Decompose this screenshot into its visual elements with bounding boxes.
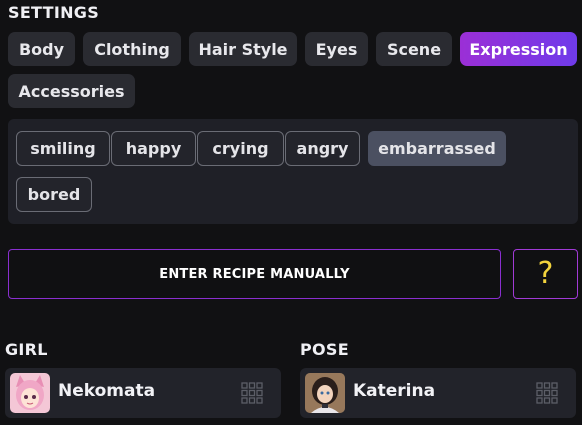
pose-section-label: POSE	[300, 340, 349, 359]
tab-body[interactable]: Body	[8, 32, 75, 66]
help-button[interactable]: ?	[513, 249, 578, 299]
tab-eyes[interactable]: Eyes	[305, 32, 368, 66]
girl-name: Nekomata	[58, 381, 156, 401]
tab-clothing[interactable]: Clothing	[83, 32, 181, 66]
tab-hair-style[interactable]: Hair Style	[189, 32, 297, 66]
expression-tag-panel: smiling happy crying angry embarrassed b…	[8, 119, 578, 224]
girl-select-card[interactable]: Nekomata	[5, 368, 281, 418]
pose-name: Katerina	[353, 381, 436, 401]
grid-icon[interactable]	[536, 382, 558, 404]
grid-icon[interactable]	[241, 382, 263, 404]
settings-panel: SETTINGS Body Clothing Hair Style Eyes S…	[0, 0, 582, 425]
pose-avatar	[305, 373, 345, 413]
tag-chip-crying[interactable]: crying	[197, 131, 284, 166]
tab-scene[interactable]: Scene	[376, 32, 452, 66]
tag-chip-angry[interactable]: angry	[285, 131, 360, 166]
tab-expression[interactable]: Expression	[460, 32, 577, 66]
pose-select-card[interactable]: Katerina	[300, 368, 576, 418]
tab-accessories[interactable]: Accessories	[8, 74, 135, 108]
tag-chip-bored[interactable]: bored	[16, 177, 92, 212]
tag-chip-embarrassed[interactable]: embarrassed	[368, 131, 506, 166]
tag-chip-happy[interactable]: happy	[111, 131, 196, 166]
girl-section-label: GIRL	[5, 340, 48, 359]
tag-chip-smiling[interactable]: smiling	[16, 131, 110, 166]
settings-title: SETTINGS	[8, 3, 100, 22]
enter-recipe-manually-button[interactable]: ENTER RECIPE MANUALLY	[8, 249, 501, 299]
enter-recipe-label: ENTER RECIPE MANUALLY	[159, 266, 350, 282]
question-mark-icon: ?	[537, 256, 554, 291]
girl-avatar	[10, 373, 50, 413]
